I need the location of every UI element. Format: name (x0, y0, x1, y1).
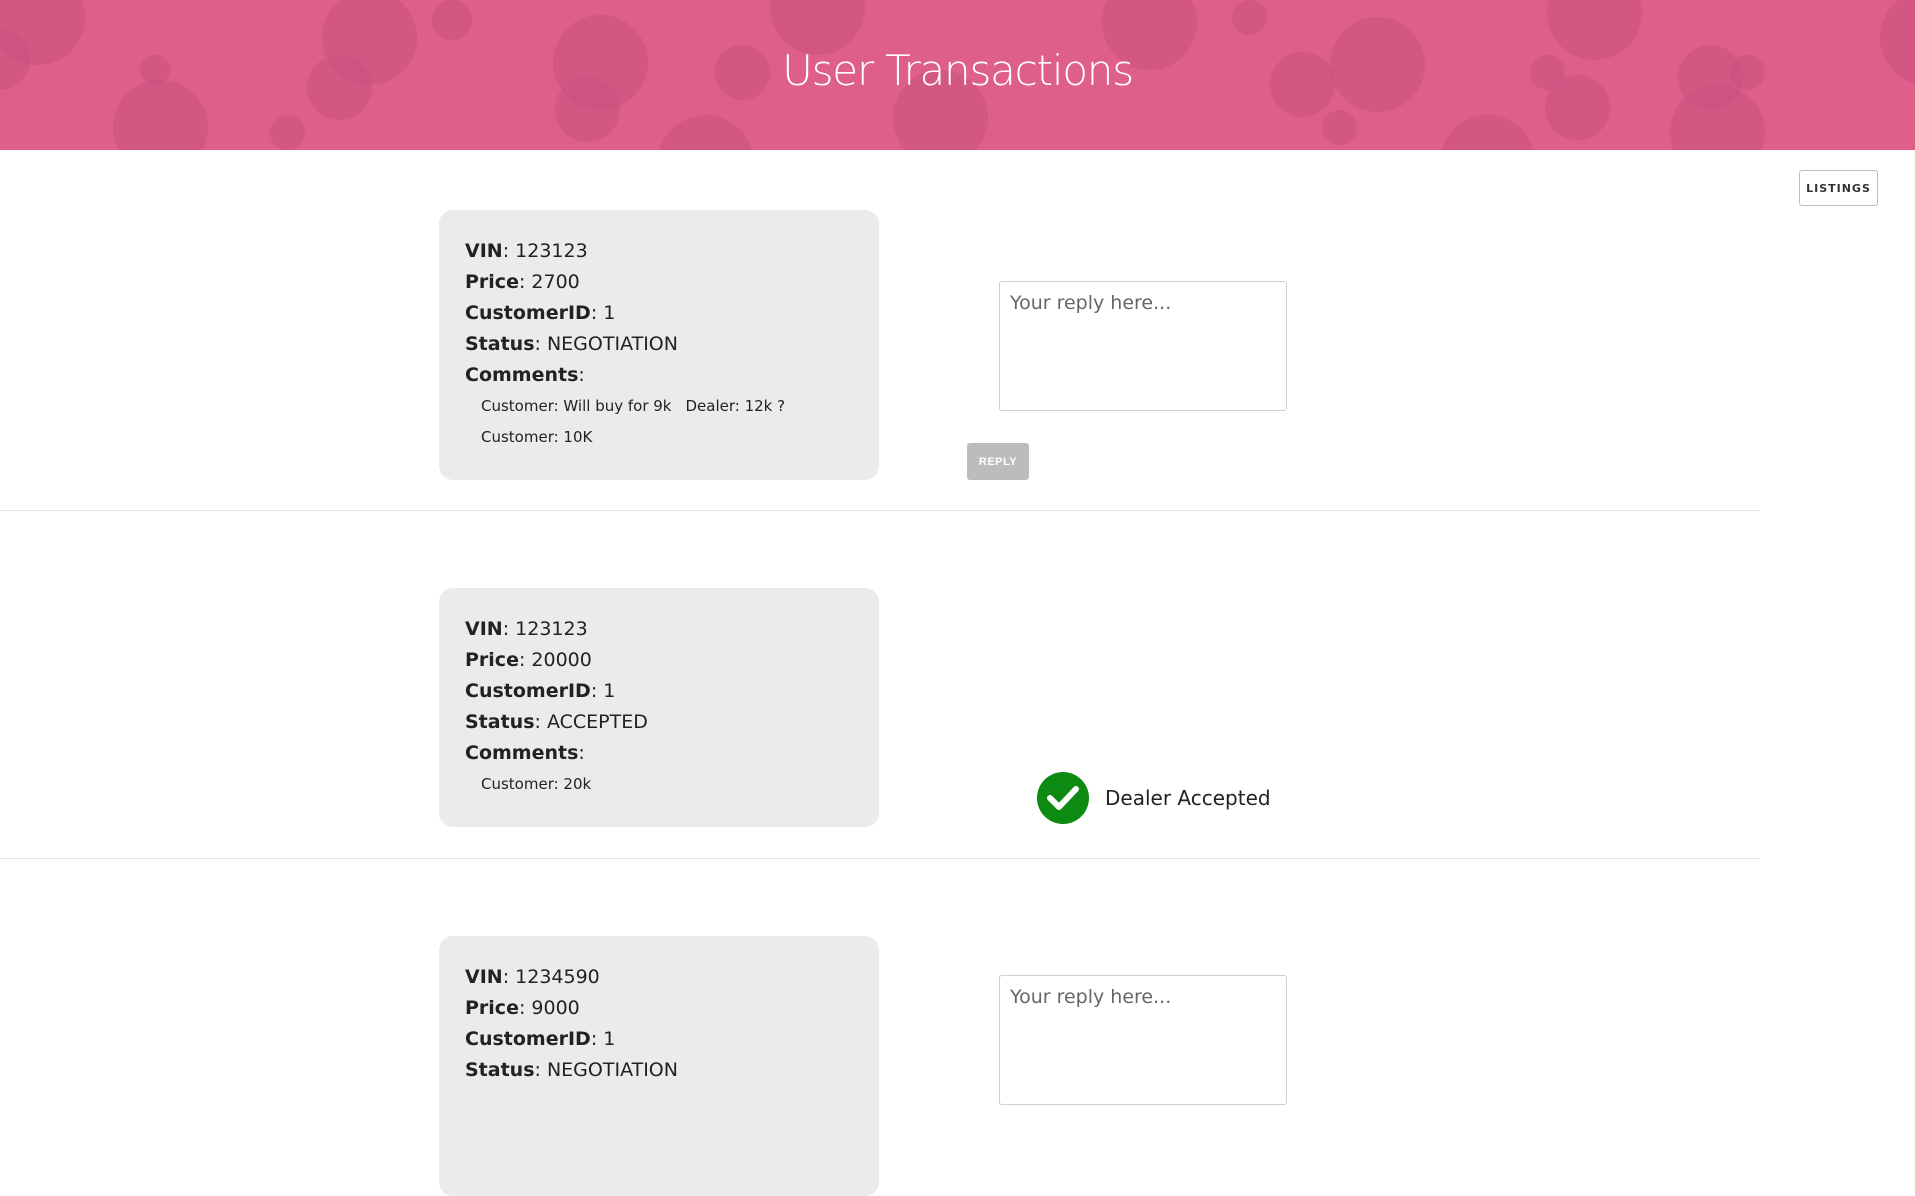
customer-id-value: 1 (603, 1028, 616, 1050)
transaction-card: VIN: 1234590 Price: 9000 CustomerID: 1 S… (439, 936, 879, 1196)
customer-id-value: 1 (603, 680, 616, 702)
vin-value: 123123 (515, 240, 588, 262)
status-line: Status: NEGOTIATION (465, 1059, 678, 1081)
price-label: Price (465, 649, 519, 671)
status-value: NEGOTIATION (546, 1059, 678, 1081)
price-line: Price: 2700 (465, 271, 580, 293)
price-label: Price (465, 271, 519, 293)
comments-list: Customer: 20k (465, 769, 853, 800)
checkmark-icon (1047, 786, 1079, 810)
price-line: Price: 9000 (465, 997, 580, 1019)
status-label: Status (465, 711, 535, 733)
transaction-card: VIN: 123123 Price: 20000 CustomerID: 1 S… (439, 588, 879, 827)
vin-label: VIN (465, 618, 503, 640)
reply-input[interactable] (999, 281, 1287, 411)
price-line: Price: 20000 (465, 649, 592, 671)
status-value: ACCEPTED (546, 711, 648, 733)
comments-label: Comments (465, 364, 579, 386)
reply-button[interactable]: REPLY (967, 443, 1029, 480)
transaction-card: VIN: 123123 Price: 2700 CustomerID: 1 St… (439, 210, 879, 480)
comment-item: Customer: 10K (481, 428, 593, 446)
customer-id-label: CustomerID (465, 680, 591, 702)
vin-line: VIN: 1234590 (465, 966, 600, 988)
vin-label: VIN (465, 240, 503, 262)
vin-line: VIN: 123123 (465, 618, 588, 640)
vin-value: 1234590 (515, 966, 600, 988)
status-value: NEGOTIATION (546, 333, 678, 355)
price-value: 9000 (531, 997, 580, 1019)
customer-id-label: CustomerID (465, 1028, 591, 1050)
vin-label: VIN (465, 966, 503, 988)
comment-item: Dealer: 12k ? (685, 397, 786, 415)
decorative-bubble (1322, 110, 1357, 145)
vin-line: VIN: 123123 (465, 240, 588, 262)
status-line: Status: NEGOTIATION (465, 333, 678, 355)
customer-id-value: 1 (603, 302, 616, 324)
comments-line: Comments: (465, 742, 585, 764)
reply-input[interactable] (999, 975, 1287, 1105)
price-label: Price (465, 997, 519, 1019)
transaction-row: VIN: 123123 Price: 2700 CustomerID: 1 St… (0, 150, 1760, 511)
comment-item: Customer: Will buy for 9k (481, 397, 672, 415)
customer-id-line: CustomerID: 1 (465, 302, 616, 324)
comments-label: Comments (465, 742, 579, 764)
customer-id-line: CustomerID: 1 (465, 1028, 616, 1050)
status-line: Status: ACCEPTED (465, 711, 648, 733)
decorative-bubble (1232, 0, 1267, 35)
price-value: 2700 (531, 271, 580, 293)
customer-id-line: CustomerID: 1 (465, 680, 616, 702)
status-label: Status (465, 333, 535, 355)
status-label: Status (465, 1059, 535, 1081)
decorative-bubble (432, 0, 472, 40)
decorative-bubble (1440, 115, 1535, 150)
vin-value: 123123 (515, 618, 588, 640)
decorative-bubble (658, 115, 753, 150)
transaction-row: VIN: 123123 Price: 20000 CustomerID: 1 S… (0, 511, 1760, 859)
price-value: 20000 (531, 649, 592, 671)
listings-button[interactable]: LISTINGS (1799, 170, 1878, 206)
page-title: User Transactions (782, 46, 1134, 95)
comments-list: Customer: Will buy for 9k Dealer: 12k ? C… (465, 391, 853, 453)
dealer-accepted-status: Dealer Accepted (1037, 772, 1271, 824)
dealer-accepted-label: Dealer Accepted (1105, 786, 1271, 810)
comments-line: Comments: (465, 364, 585, 386)
comment-item: Customer: 20k (481, 775, 592, 793)
transaction-row: VIN: 1234590 Price: 9000 CustomerID: 1 S… (0, 859, 1760, 1196)
check-circle-icon (1037, 772, 1089, 824)
customer-id-label: CustomerID (465, 302, 591, 324)
page-header: User Transactions (0, 0, 1915, 150)
decorative-bubble (270, 115, 305, 150)
